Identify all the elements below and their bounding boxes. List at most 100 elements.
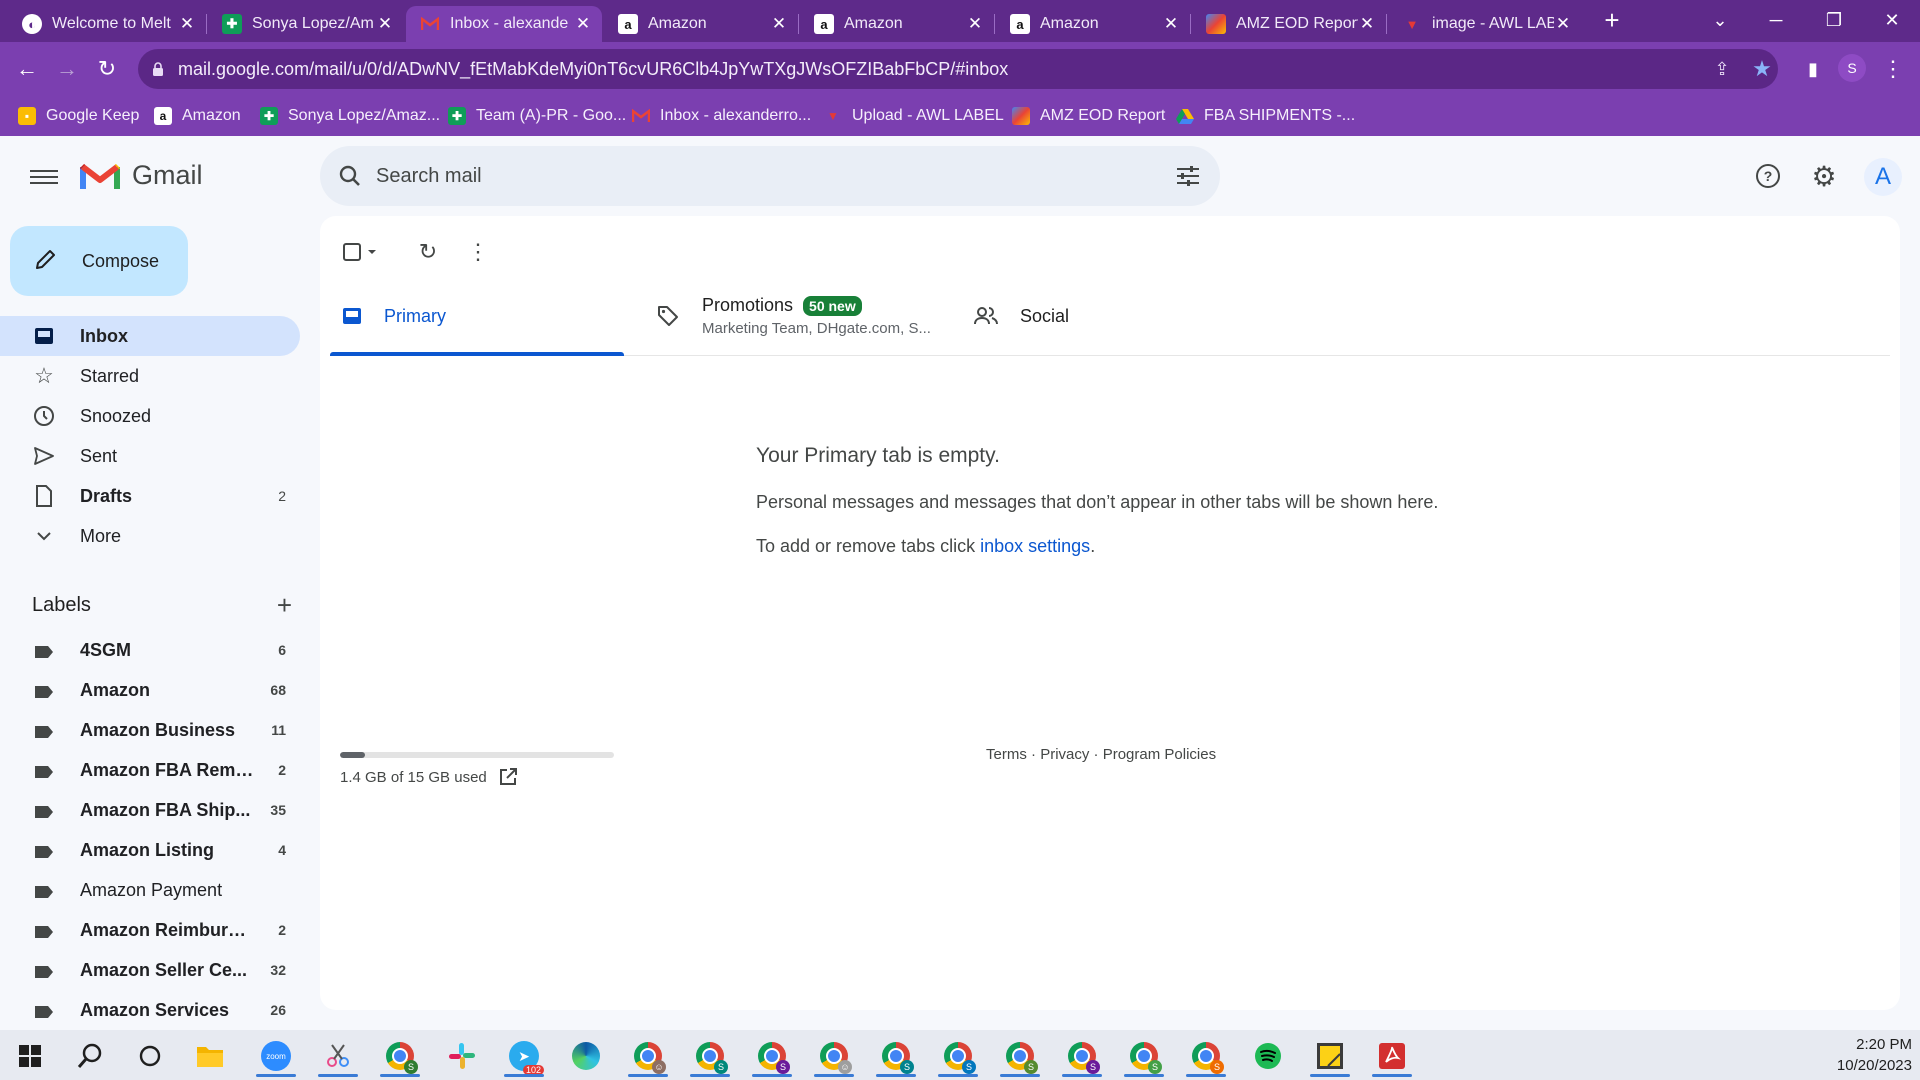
add-label-icon[interactable]: + — [277, 590, 292, 621]
tab-search-icon[interactable]: ⌄ — [1692, 0, 1748, 40]
browser-tab[interactable]: a Amazon ✕ — [800, 6, 994, 42]
bookmark-item[interactable]: Inbox - alexanderro... — [632, 104, 811, 128]
close-tab-icon[interactable]: ✕ — [1162, 14, 1180, 34]
telegram-icon[interactable]: ➤ 102 — [500, 1035, 548, 1077]
address-bar[interactable]: mail.google.com/mail/u/0/d/ADwNV_fEtMabK… — [138, 49, 1778, 89]
chrome-icon[interactable]: S — [376, 1035, 424, 1077]
browser-tab[interactable]: ▼ image - AWL LAB ✕ — [1388, 6, 1582, 42]
file-explorer-icon[interactable] — [186, 1035, 234, 1077]
share-icon[interactable]: ⇪ — [1710, 57, 1734, 81]
label-item[interactable]: Amazon FBA Remo... 2 — [0, 750, 300, 790]
snip-icon[interactable] — [314, 1035, 362, 1077]
browser-tab[interactable]: a Amazon ✕ — [604, 6, 798, 42]
chrome-icon[interactable]: S — [1182, 1035, 1230, 1077]
system-clock[interactable]: 2:20 PM 10/20/2023 — [1837, 1034, 1912, 1076]
close-tab-icon[interactable]: ✕ — [1554, 14, 1572, 34]
chrome-icon[interactable]: S — [1058, 1035, 1106, 1077]
menu-kebab-icon[interactable]: ⋮ — [1876, 52, 1910, 86]
label-item[interactable]: Amazon Reimburse... 2 — [0, 910, 300, 950]
browser-tab[interactable]: a Amazon ✕ — [996, 6, 1190, 42]
nav-more[interactable]: More — [0, 516, 300, 556]
chrome-icon[interactable]: ☺ — [810, 1035, 858, 1077]
bookmark-item[interactable]: ✚ Sonya Lopez/Amaz... — [260, 104, 440, 128]
close-tab-icon[interactable]: ✕ — [770, 14, 788, 34]
bookmark-item[interactable]: ✚ Team (A)-PR - Goo... — [448, 104, 626, 128]
label-item[interactable]: Amazon Seller Ce... 32 — [0, 950, 300, 990]
chrome-icon[interactable]: S — [872, 1035, 920, 1077]
edge-icon[interactable] — [562, 1035, 610, 1077]
nav-drafts[interactable]: Drafts 2 — [0, 476, 300, 516]
label-item[interactable]: Amazon Business 11 — [0, 710, 300, 750]
back-button[interactable]: ← — [10, 52, 44, 86]
spotify-icon[interactable] — [1244, 1035, 1292, 1077]
label-item[interactable]: Amazon Services 26 — [0, 990, 300, 1030]
bookmark-item[interactable]: ▪ Google Keep — [18, 104, 139, 128]
tab-promotions[interactable]: Promotions 50 new Marketing Team, DHgate… — [656, 276, 931, 356]
inbox-settings-link[interactable]: inbox settings — [980, 536, 1090, 556]
refresh-icon[interactable]: ↻ — [412, 236, 444, 268]
label-item[interactable]: Amazon 68 — [0, 670, 300, 710]
search-input[interactable] — [376, 164, 1116, 188]
bookmark-item[interactable]: AMZ EOD Report — [1012, 104, 1165, 128]
privacy-link[interactable]: Privacy — [1040, 746, 1089, 763]
label-item[interactable]: 4SGM 6 — [0, 630, 300, 670]
close-tab-icon[interactable]: ✕ — [376, 14, 394, 34]
minimize-button[interactable]: ─ — [1748, 0, 1804, 40]
search-bar[interactable] — [320, 146, 1220, 206]
help-icon[interactable]: ? — [1748, 156, 1788, 196]
terms-link[interactable]: Terms — [986, 746, 1027, 763]
bookmark-item[interactable]: ▼ Upload - AWL LABEL — [824, 104, 1004, 128]
more-options-icon[interactable]: ⋮ — [462, 236, 494, 268]
chrome-icon[interactable]: S — [934, 1035, 982, 1077]
nav-snoozed[interactable]: Snoozed — [0, 396, 300, 436]
sticky-notes-icon[interactable] — [1306, 1035, 1354, 1077]
profile-avatar[interactable]: S — [1838, 54, 1866, 82]
start-icon[interactable] — [6, 1035, 54, 1077]
browser-tab[interactable]: AMZ EOD Report ✕ — [1192, 6, 1386, 42]
chrome-icon[interactable]: ☺ — [624, 1035, 672, 1077]
main-menu-icon[interactable] — [30, 166, 58, 188]
label-item[interactable]: Amazon FBA Ship... 35 — [0, 790, 300, 830]
label-item[interactable]: Amazon Listing 4 — [0, 830, 300, 870]
browser-tab[interactable]: ◐ Welcome to Melt ✕ — [8, 6, 206, 42]
settings-gear-icon[interactable]: ⚙ — [1804, 156, 1844, 196]
close-tab-icon[interactable]: ✕ — [1358, 14, 1376, 34]
acrobat-icon[interactable] — [1368, 1035, 1416, 1077]
search-icon[interactable] — [338, 164, 362, 188]
close-tab-icon[interactable]: ✕ — [966, 14, 984, 34]
program-policies-link[interactable]: Program Policies — [1103, 746, 1216, 763]
bookmark-item[interactable]: a Amazon — [154, 104, 241, 128]
nav-inbox[interactable]: Inbox — [0, 316, 300, 356]
search-options-icon[interactable] — [1176, 165, 1200, 187]
close-tab-icon[interactable]: ✕ — [178, 14, 196, 34]
restore-button[interactable]: ❐ — [1806, 0, 1862, 40]
bookmark-item[interactable]: FBA SHIPMENTS -... — [1176, 104, 1355, 128]
forward-button[interactable]: → — [50, 52, 84, 86]
tab-primary[interactable]: Primary — [340, 276, 446, 356]
chrome-icon[interactable]: S — [748, 1035, 796, 1077]
slack-icon[interactable] — [438, 1035, 486, 1077]
open-in-new-icon[interactable] — [499, 768, 517, 786]
bookmark-star-icon[interactable]: ★ — [1750, 56, 1774, 81]
nav-starred[interactable]: ☆ Starred — [0, 356, 300, 396]
chrome-icon[interactable]: S — [996, 1035, 1044, 1077]
task-view-icon[interactable] — [126, 1035, 174, 1077]
zoom-icon[interactable]: zoom — [252, 1035, 300, 1077]
browser-tab-active[interactable]: Inbox - alexande ✕ — [406, 6, 602, 42]
chrome-icon[interactable]: S — [1120, 1035, 1168, 1077]
search-icon[interactable] — [66, 1035, 114, 1077]
label-item[interactable]: Amazon Payment — [0, 870, 300, 910]
close-window-button[interactable]: ✕ — [1864, 0, 1920, 40]
reload-button[interactable]: ↻ — [90, 52, 124, 86]
browser-tab[interactable]: ✚ Sonya Lopez/Am ✕ — [208, 6, 404, 42]
new-tab-button[interactable]: + — [1584, 0, 1640, 40]
close-tab-icon[interactable]: ✕ — [574, 14, 592, 34]
chrome-icon[interactable]: S — [686, 1035, 734, 1077]
compose-button[interactable]: Compose — [10, 226, 188, 296]
account-avatar[interactable]: A — [1864, 158, 1902, 196]
tab-social[interactable]: Social — [974, 276, 1069, 356]
nav-sent[interactable]: Sent — [0, 436, 300, 476]
select-all-checkbox[interactable] — [340, 236, 384, 268]
gmail-logo[interactable]: Gmail — [80, 160, 203, 191]
side-panel-icon[interactable]: ▮ — [1796, 52, 1830, 86]
